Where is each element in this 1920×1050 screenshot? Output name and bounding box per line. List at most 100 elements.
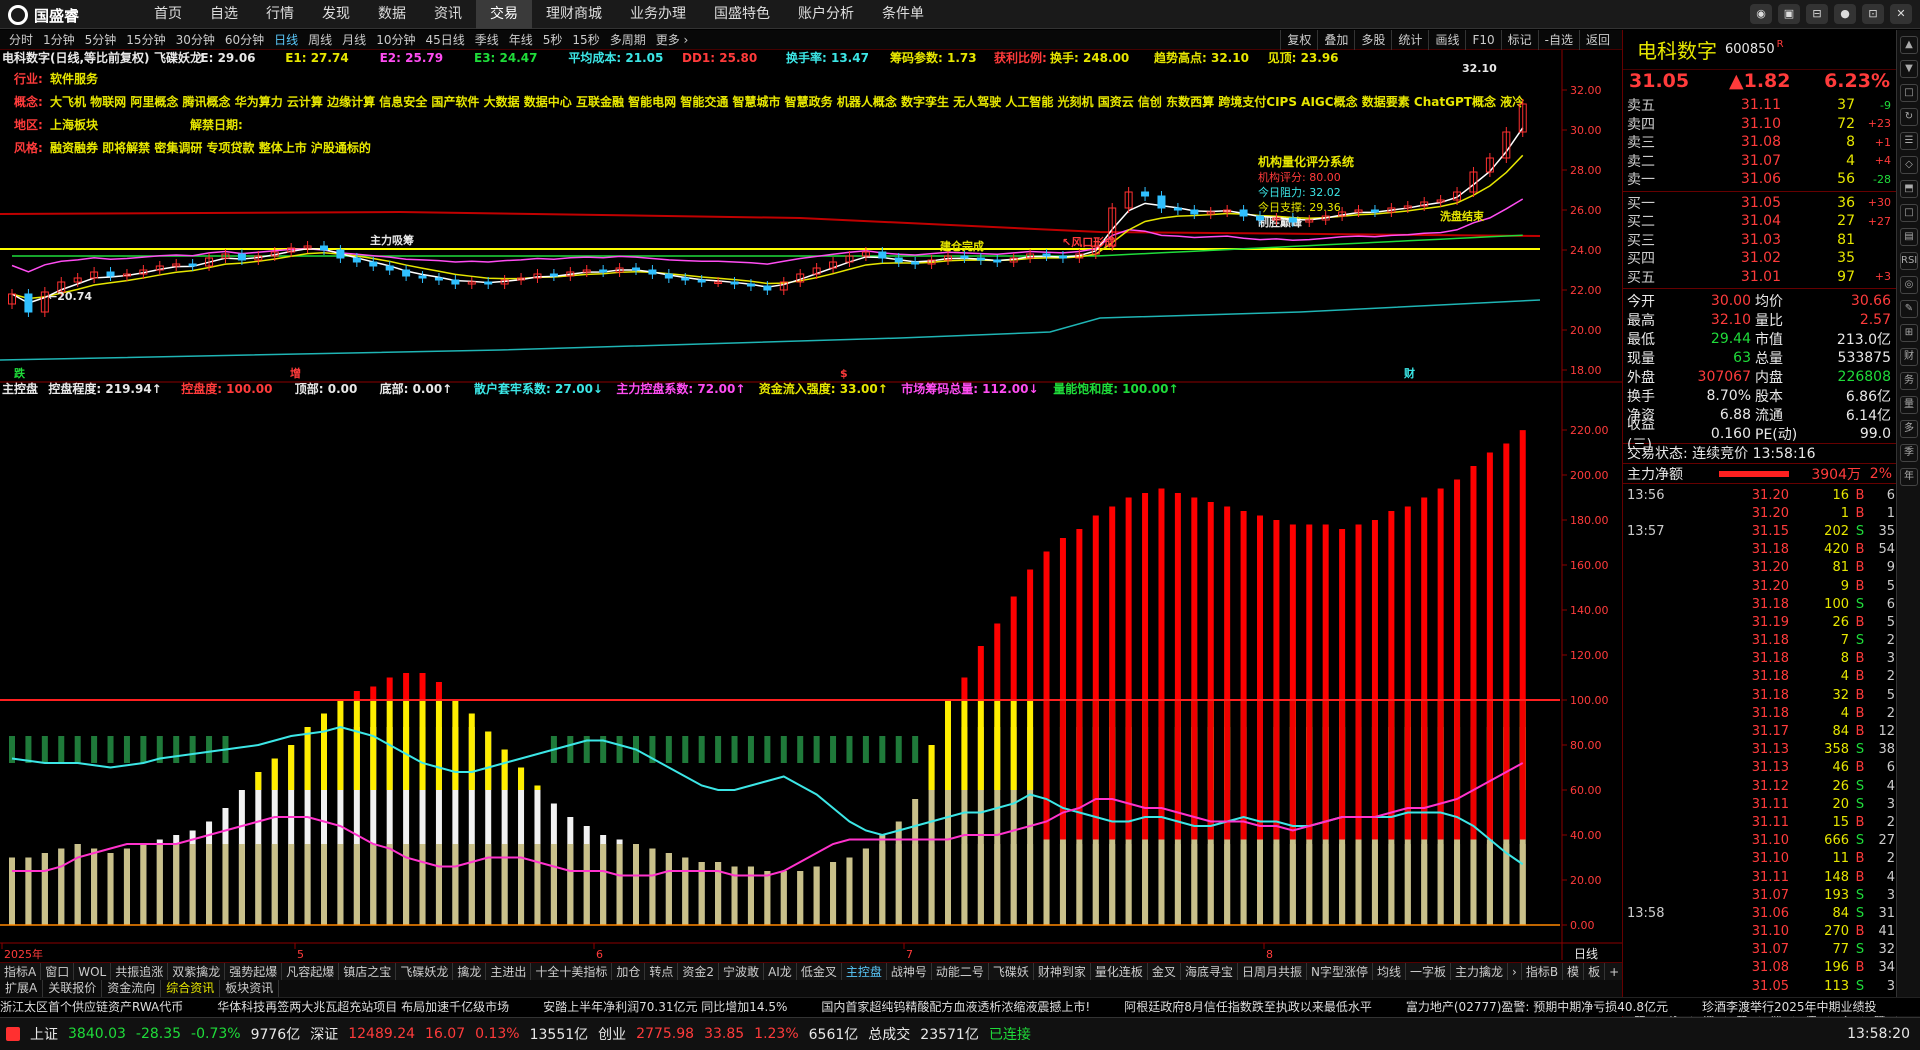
strip-tool-icon[interactable]: RSI (1900, 252, 1918, 270)
indicator-tab[interactable]: 金叉 (1148, 963, 1181, 980)
top-menu-item[interactable]: 交易 (476, 0, 532, 29)
indicator-tab[interactable]: 主进出 (486, 963, 532, 980)
strip-tool-icon[interactable]: ↻ (1900, 108, 1918, 126)
sz-index[interactable]: 12489.24 (348, 1026, 415, 1042)
sub-tab[interactable]: 资金流向 (102, 980, 162, 997)
window-control-icon[interactable]: ✕ (1890, 4, 1912, 24)
strip-tool-icon[interactable]: ◎ (1900, 276, 1918, 294)
strip-tool-icon[interactable]: 量 (1900, 396, 1918, 414)
indicator-tab[interactable]: 宁波敢 (719, 963, 765, 980)
period-tab[interactable]: 10分钟 (371, 30, 420, 50)
strip-tool-icon[interactable]: □ (1900, 84, 1918, 102)
indicator-tab[interactable]: 板 (1584, 963, 1606, 980)
period-tab[interactable]: 年线 (504, 30, 538, 50)
chart-tool-button[interactable]: -自选 (1537, 30, 1579, 50)
top-menu-item[interactable]: 理财商城 (532, 0, 616, 29)
indicator-tab[interactable]: 指标B (1522, 963, 1564, 980)
window-control-icon[interactable]: ⊟ (1806, 4, 1828, 24)
strip-tool-icon[interactable]: □ (1900, 204, 1918, 222)
indicator-tab[interactable]: WOL (74, 963, 112, 980)
indicator-tab[interactable]: + (1605, 963, 1622, 980)
chart-tool-button[interactable]: 画线 (1428, 30, 1465, 50)
news-item[interactable]: 安踏上半年净利润70.31亿元 同比增加14.5% (543, 998, 787, 1016)
indicator-tab[interactable]: 窗口 (41, 963, 75, 980)
strip-tool-icon[interactable]: ▼ (1900, 60, 1918, 78)
top-menu-item[interactable]: 自选 (196, 0, 252, 29)
period-tab[interactable]: 45日线 (420, 30, 469, 50)
indicator-tab[interactable]: 财神到家 (1034, 963, 1091, 980)
indicator-tab[interactable]: 飞碟妖 (989, 963, 1034, 980)
indicator-tab[interactable]: N字型涨停 (1307, 963, 1373, 980)
sub-tab[interactable]: 扩展A (0, 980, 44, 997)
strip-tool-icon[interactable]: 务 (1900, 372, 1918, 390)
book-row[interactable]: 买五 31.01 97 +3 (1623, 268, 1896, 287)
indicator-tab[interactable]: 动能二号 (932, 963, 989, 980)
period-tab[interactable]: 30分钟 (171, 30, 220, 50)
window-control-icon[interactable]: ● (1834, 4, 1856, 24)
book-row[interactable]: 买一 31.05 36 +30 (1623, 194, 1896, 213)
strip-tool-icon[interactable]: 多 (1900, 420, 1918, 438)
indicator-tab[interactable]: 日周月共振 (1238, 963, 1307, 980)
indicator-tab[interactable]: 飞碟妖龙 (396, 963, 454, 980)
app-logo[interactable]: 国盛睿 (8, 4, 79, 26)
book-row[interactable]: 买三 31.03 81 (1623, 231, 1896, 250)
top-menu-item[interactable]: 条件单 (868, 0, 938, 29)
indicator-tab[interactable]: 均线 (1373, 963, 1406, 980)
period-tab[interactable]: 季线 (470, 30, 504, 50)
sub-tab[interactable]: 板块资讯 (220, 980, 280, 997)
indicator-tab[interactable]: 指标A (0, 963, 42, 980)
chart-tool-button[interactable]: 统计 (1391, 30, 1428, 50)
period-tab[interactable]: 月线 (337, 30, 371, 50)
indicator-tab[interactable]: 共振追涨 (111, 963, 169, 980)
indicator-tab[interactable]: 资金2 (678, 963, 720, 980)
period-tab[interactable]: 多周期 (605, 30, 651, 50)
strip-tool-icon[interactable]: ▲ (1900, 36, 1918, 54)
top-menu-item[interactable]: 国盛特色 (700, 0, 784, 29)
book-row[interactable]: 买二 31.04 27 +27 (1623, 212, 1896, 231)
indicator-tab[interactable]: 强势起爆 (225, 963, 283, 980)
sub-tab[interactable]: 综合资讯 (161, 980, 221, 997)
period-tab[interactable]: 日线 (269, 30, 303, 50)
chart-tool-button[interactable]: 标记 (1500, 30, 1538, 50)
book-row[interactable]: 买四 31.02 35 (1623, 249, 1896, 268)
period-tab[interactable]: 更多 › (651, 30, 694, 50)
indicator-tab[interactable]: 加仓 (612, 963, 646, 980)
chart-tool-button[interactable]: 复权 (1280, 30, 1317, 50)
indicator-tab[interactable]: 模 (1563, 963, 1585, 980)
period-tab[interactable]: 15分钟 (121, 30, 170, 50)
indicator-tab[interactable]: 一字板 (1406, 963, 1451, 980)
news-item[interactable]: 国内首家超纯钨精酸配方血液透析浓缩液震撼上市! (821, 998, 1090, 1016)
period-tab[interactable]: 60分钟 (220, 30, 269, 50)
news-item[interactable]: 珍酒李渡举行2025年中期业绩投 (1702, 998, 1877, 1016)
strip-tool-icon[interactable]: 财 (1900, 348, 1918, 366)
strip-tool-icon[interactable]: 年 (1900, 468, 1918, 486)
book-row[interactable]: 卖四 31.10 72 +23 (1623, 115, 1896, 134)
indicator-tab[interactable]: 主控盘 (842, 963, 887, 980)
kline-chart[interactable]: 电科数字(日线,等比前复权) 飞碟妖龙E: 29.06 E1: 27.74 E2: … (0, 50, 1622, 962)
indicator-tab[interactable]: 主力擒龙 (1451, 963, 1508, 980)
top-menu-item[interactable]: 首页 (140, 0, 196, 29)
window-control-icon[interactable]: ◉ (1750, 4, 1772, 24)
indicator-tab[interactable]: 擒龙 (453, 963, 487, 980)
indicator-tab[interactable]: 镇店之宝 (339, 963, 397, 980)
chart-tool-button[interactable]: 返回 (1578, 30, 1616, 50)
strip-tool-icon[interactable]: ✎ (1900, 300, 1918, 318)
period-tab[interactable]: 5分钟 (80, 30, 122, 50)
window-control-icon[interactable]: ▣ (1778, 4, 1800, 24)
indicator-tab[interactable]: 海底寻宝 (1181, 963, 1238, 980)
book-row[interactable]: 卖三 31.08 8 +1 (1623, 133, 1896, 152)
chart-tool-button[interactable]: 多股 (1354, 30, 1391, 50)
sub-tab[interactable]: 关联报价 (43, 980, 103, 997)
sh-index[interactable]: 3840.03 (68, 1026, 126, 1042)
cy-index[interactable]: 2775.98 (636, 1026, 694, 1042)
book-row[interactable]: 卖五 31.11 37 -9 (1623, 96, 1896, 115)
period-tab[interactable]: 5秒 (538, 30, 568, 50)
strip-tool-icon[interactable]: 季 (1900, 444, 1918, 462)
chart-tool-button[interactable]: F10 (1465, 30, 1500, 50)
news-item[interactable]: 华体科技再签两大兆瓦超充站项目 布局加速千亿级市场 (217, 998, 509, 1016)
indicator-tab[interactable]: 双紫擒龙 (168, 963, 226, 980)
top-menu-item[interactable]: 数据 (364, 0, 420, 29)
indicator-tab[interactable]: AI龙 (764, 963, 797, 980)
period-tab[interactable]: 1分钟 (38, 30, 80, 50)
tick-list[interactable]: 13:56 31.20 16 B 6 31.20 1 B 1 13:57 31.15 202 S 35 31… (1623, 483, 1896, 1013)
